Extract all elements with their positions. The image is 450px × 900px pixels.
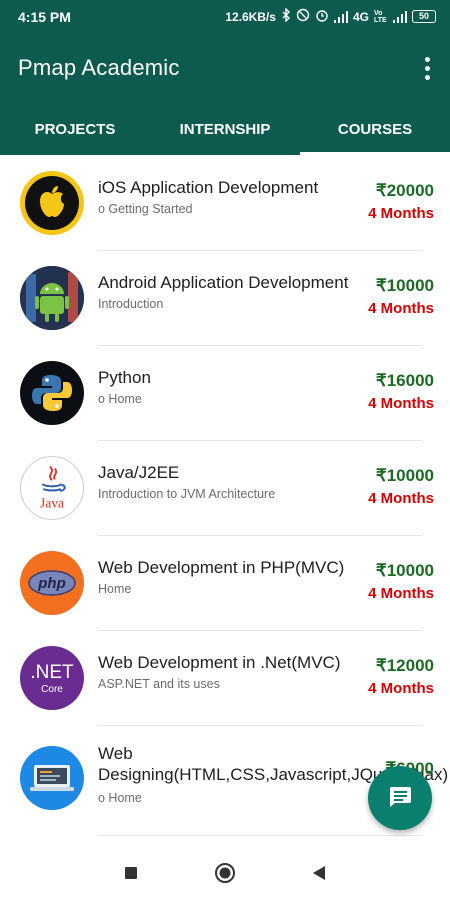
course-title: Android Application Development [98,273,349,292]
course-info: Web Development in .Net(MVC) ASP.NET and… [98,652,373,691]
dotnet-core-text: Core [41,684,63,695]
course-duration: 4 Months [368,490,434,507]
course-duration: 4 Months [368,680,434,697]
tab-internship[interactable]: INTERNSHIP [150,103,300,155]
course-subtitle: Introduction [98,297,164,311]
course-subtitle: Home [98,582,132,596]
back-triangle-icon[interactable] [307,861,331,885]
course-title: Web Development in PHP(MVC) [98,558,345,577]
course-row-android[interactable]: Android Application Development Introduc… [0,250,450,345]
apple-logo-icon [20,170,84,235]
java-logo-text: Java [40,495,64,510]
battery-icon: 50 [412,10,436,23]
android-logo-icon [20,265,84,330]
network-speed: 12.6KB/s [225,9,276,24]
web-design-monitor-icon [20,746,84,810]
app-bar: Pmap Academic [0,33,450,103]
app-title: Pmap Academic [18,55,180,80]
php-logo-icon: php [20,550,84,615]
signal-icon-2 [393,10,407,23]
course-row-partial[interactable] [0,835,450,845]
system-nav-bar [0,845,450,900]
course-subtitle: Introduction to JVM Architecture [98,487,276,501]
dotnet-logo-text: .NET [30,662,74,683]
course-row-ios[interactable]: iOS Application Development o Getting St… [0,155,450,250]
python-logo-icon [20,360,84,425]
status-time: 4:15 PM [18,8,71,25]
course-info: Android Application Development Introduc… [98,272,373,311]
signal-icon [333,10,348,23]
php-logo-text: php [37,575,66,592]
course-title: Python [98,368,151,387]
course-price: ₹12000 [375,656,434,675]
course-row-java[interactable]: Java Java/J2EE Introduction to JVM Archi… [0,440,450,535]
course-row-dotnet[interactable]: .NET Core Web Development in .Net(MVC) A… [0,630,450,725]
course-price: ₹10000 [375,561,434,580]
recents-square-icon[interactable] [119,861,143,885]
course-info: Python o Home [98,367,373,406]
bluetooth-icon [281,7,291,25]
course-duration: 4 Months [368,300,434,317]
course-price: ₹10000 [375,466,434,485]
course-price: ₹10000 [375,276,434,295]
java-logo-icon: Java [20,455,84,520]
tab-projects[interactable]: PROJECTS [0,103,150,155]
course-price: ₹16000 [375,371,434,390]
course-row-php[interactable]: php Web Development in PHP(MVC) Home ₹10… [0,535,450,630]
course-subtitle: ASP.NET and its uses [98,677,220,691]
course-duration: 4 Months [368,585,434,602]
course-info: Web Development in PHP(MVC) Home [98,557,373,596]
course-title: Web Designing(HTML,CSS,Javascript,JQuery… [98,744,449,784]
course-duration: 4 Months [368,395,434,412]
course-info: Java/J2EE Introduction to JVM Architectu… [98,462,373,501]
network-type: 4G [352,9,369,24]
chat-fab-button[interactable] [368,766,432,830]
course-title: Web Development in .Net(MVC) [98,653,341,672]
alarm-icon [315,8,329,25]
home-circle-icon[interactable] [213,861,237,885]
course-duration: 4 Months [368,205,434,222]
course-subtitle: o Home [98,791,142,805]
course-subtitle: o Home [98,392,142,406]
course-row-python[interactable]: Python o Home ₹16000 4 Months [0,345,450,440]
course-list[interactable]: iOS Application Development o Getting St… [0,155,450,845]
course-price: ₹20000 [375,181,434,200]
course-subtitle: o Getting Started [98,202,193,216]
course-info: iOS Application Development o Getting St… [98,177,373,216]
course-info: Web Designing(HTML,CSS,Javascript,JQuery… [98,743,448,805]
status-bar: 4:15 PM 12.6KB/s 4G Vo LTE 50 [0,0,450,33]
course-title: iOS Application Development [98,178,319,197]
dotnet-core-logo-icon: .NET Core [20,645,84,710]
volte-label: Vo LTE [374,9,387,24]
tab-bar: PROJECTS INTERNSHIP COURSES [0,103,450,155]
chat-icon [387,783,413,814]
course-title: Java/J2EE [98,463,180,482]
tab-courses[interactable]: COURSES [300,103,450,155]
do-not-disturb-icon [296,8,310,25]
more-options-icon[interactable] [419,53,436,84]
status-icons: 12.6KB/s 4G Vo LTE 50 [225,7,436,25]
